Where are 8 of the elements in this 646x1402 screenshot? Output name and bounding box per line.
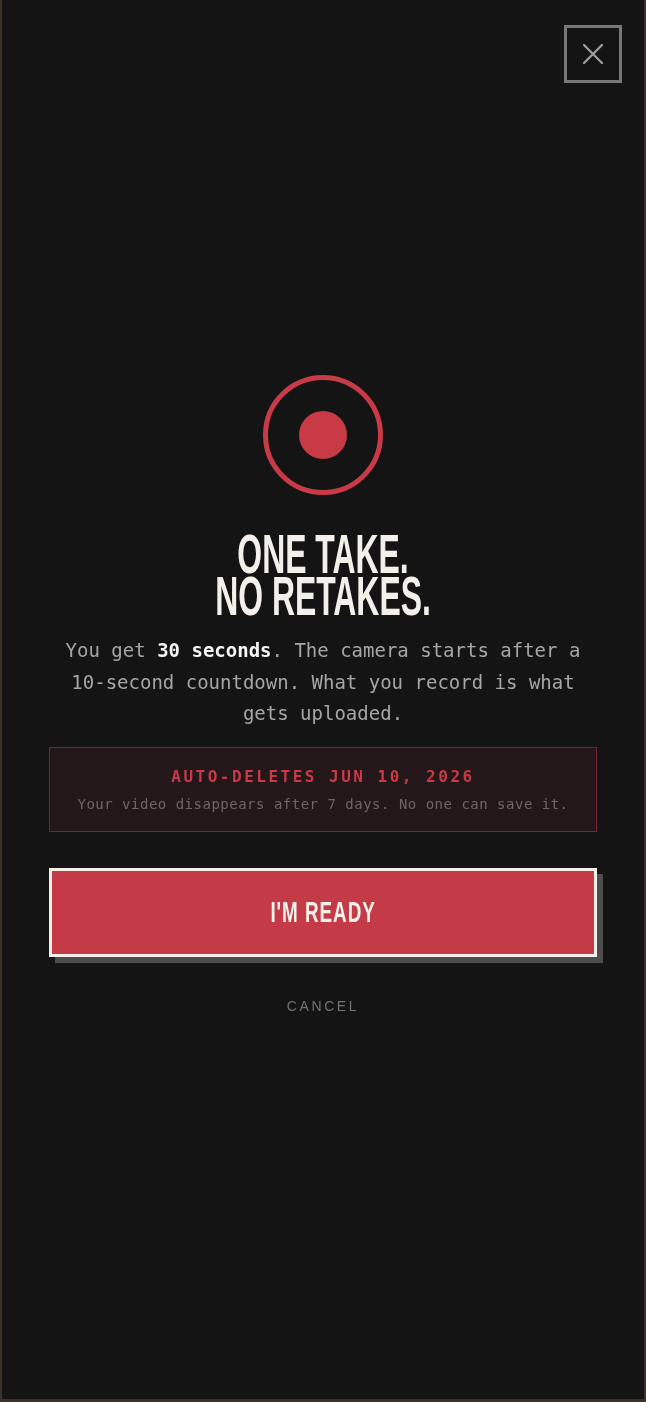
cancel-button[interactable]: CANCEL (286, 995, 360, 1016)
close-icon (583, 44, 603, 64)
record-icon (263, 375, 383, 495)
heading: ONE TAKE. NO RETAKES. (214, 533, 432, 617)
close-button[interactable] (564, 25, 622, 83)
description-text: You get 30 seconds. The camera starts after a 10-second countdown. What you record is what gets uploaded. (64, 638, 582, 726)
notice-title: AUTO-DELETES JUN 10, 2026 (171, 765, 475, 788)
notice-text: Your video disappears after 7 days. No one can save it. (77, 794, 569, 814)
